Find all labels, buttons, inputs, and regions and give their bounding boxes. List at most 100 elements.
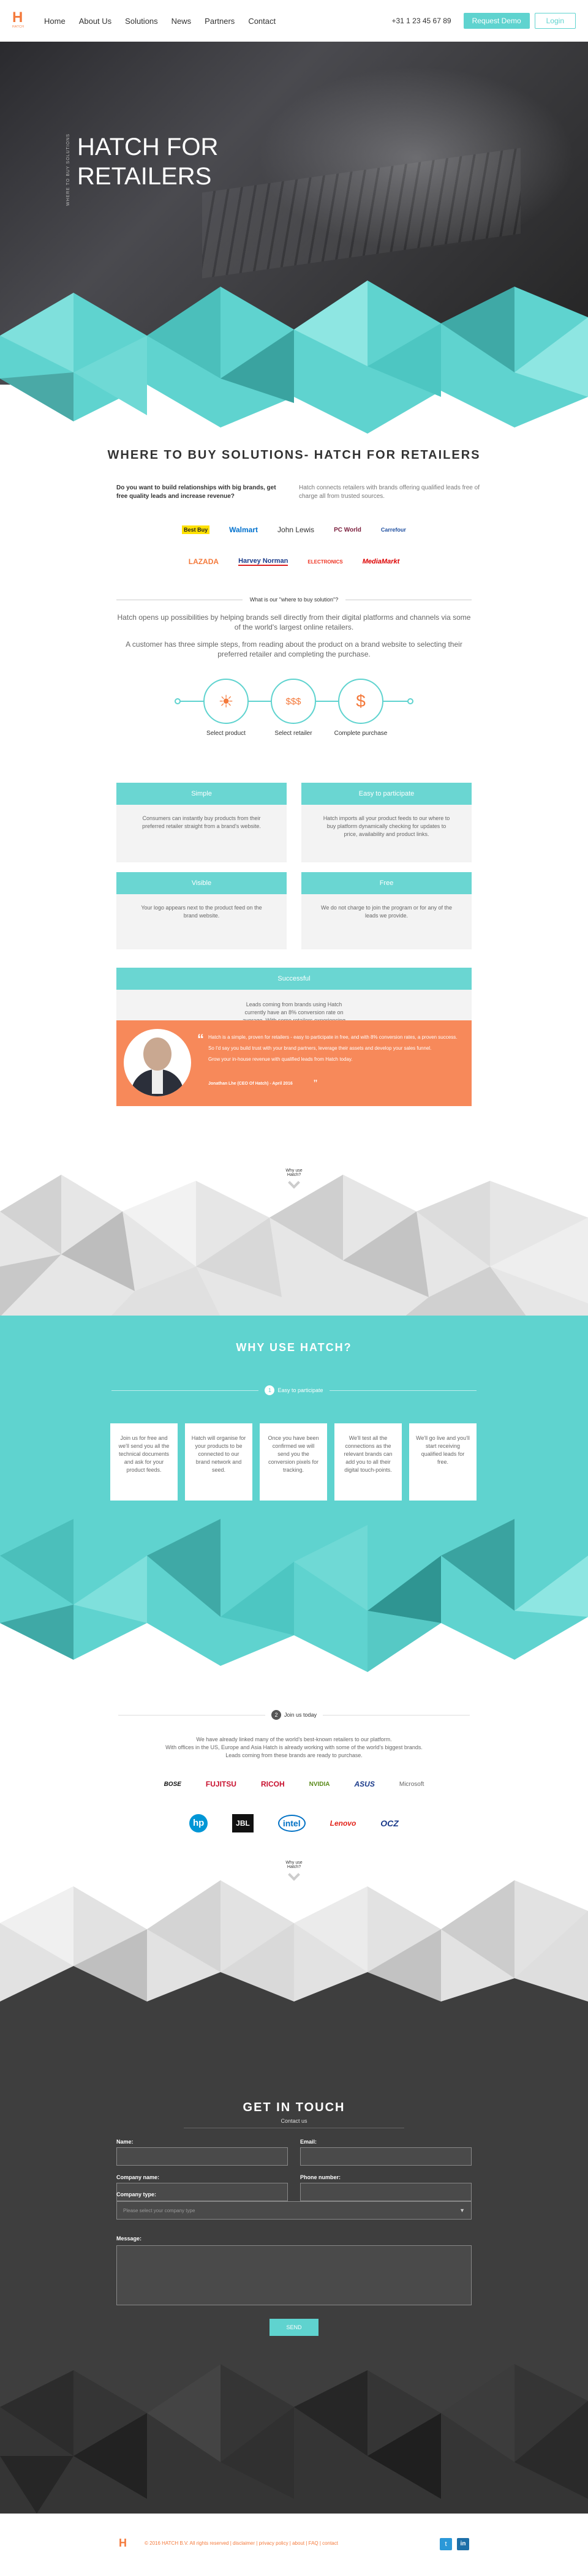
- feature-card-title: Free: [301, 872, 472, 894]
- request-demo-button[interactable]: Request Demo: [463, 13, 530, 29]
- footer-copyright: © 2016 HATCH B.V. All rights reserved | …: [145, 2540, 338, 2546]
- hero-title: HATCH FOR RETAILERS: [77, 134, 219, 190]
- step-select-retailer: $$$ Select retailer: [260, 679, 327, 737]
- testimonial-line: Grow your in-house revenue with qualifie…: [208, 1056, 353, 1062]
- company-type-label: Company type:: [116, 2191, 157, 2198]
- phone-number[interactable]: +31 1 23 45 67 89: [391, 17, 451, 25]
- brand-logo: JBL: [232, 1814, 254, 1832]
- retailer-logo: Carrefour: [380, 527, 406, 533]
- email-label: Email:: [300, 2139, 317, 2145]
- nav-contact[interactable]: Contact: [248, 17, 276, 26]
- feature-card-text: Your logo appears next to the product fe…: [141, 905, 262, 919]
- message-textarea[interactable]: [116, 2245, 472, 2305]
- phone-number-input[interactable]: [300, 2183, 472, 2201]
- brand-logo: NVIDIA: [309, 1780, 330, 1788]
- linkedin-icon[interactable]: in: [457, 2538, 469, 2550]
- contact-subtitle: Contact us: [281, 2118, 307, 2124]
- nav-news[interactable]: News: [172, 17, 192, 26]
- message-label: Message:: [116, 2235, 142, 2242]
- chevron-down-icon: ▼: [459, 2207, 465, 2213]
- feature-card-visible: Visible Your logo appears next to the pr…: [116, 872, 287, 949]
- quote-close-icon: ”: [314, 1078, 317, 1090]
- brand-logo: RICOH: [260, 1780, 285, 1788]
- join-line: With offices in the US, Europe and Asia …: [165, 1744, 423, 1750]
- solution-divider-label: What is our "where to buy solution"?: [249, 597, 339, 603]
- lightbulb-icon: ☀: [203, 679, 249, 724]
- retailer-logo: MediaMarkt: [362, 558, 400, 565]
- testimonial-line: Hatch is a simple, proven for retailers …: [208, 1034, 458, 1040]
- logo[interactable]: H HATCH: [12, 10, 26, 31]
- nav-home[interactable]: Home: [44, 17, 66, 26]
- brand-logo: intel: [277, 1815, 306, 1832]
- send-button[interactable]: SEND: [270, 2319, 318, 2336]
- coin-icon: $: [338, 679, 383, 724]
- feature-card-simple: Simple Consumers can instantly buy produ…: [116, 783, 287, 862]
- feature-card-easy: Easy to participate Hatch imports all yo…: [301, 783, 472, 862]
- phone-number-label: Phone number:: [300, 2174, 341, 2180]
- footer-logo[interactable]: H: [119, 2537, 127, 2550]
- retailer-logo: ELECTRONICS: [307, 559, 343, 565]
- steps-end-dot: [407, 698, 413, 704]
- email-input[interactable]: [300, 2147, 472, 2166]
- grey-triangle-pattern: [0, 1175, 588, 1317]
- brand-logos-row-2: hp JBL intel Lenovo OCZ: [0, 1814, 588, 1832]
- step-label: Select product: [206, 730, 246, 737]
- twitter-icon[interactable]: t: [440, 2538, 452, 2550]
- nav-solutions[interactable]: Solutions: [125, 17, 157, 26]
- step-join-us-today: 2 Join us today: [0, 1710, 588, 1720]
- retailer-logo: John Lewis: [277, 525, 315, 534]
- brand-logo: BOSE: [164, 1780, 181, 1788]
- why-use-hatch-title: WHY USE HATCH?: [236, 1341, 352, 1354]
- site-header: H HATCH Home About Us Solutions News Par…: [0, 0, 588, 42]
- feature-card-title: Successful: [116, 968, 472, 990]
- why-card: Join us for free and we'll send you all …: [110, 1423, 178, 1501]
- why-card: We'll go live and you'll start receiving…: [409, 1423, 477, 1501]
- login-button[interactable]: Login: [534, 13, 576, 29]
- retailer-logo: Walmart: [229, 525, 258, 534]
- company-type-select[interactable]: Please select your company type ▼: [116, 2201, 472, 2220]
- where-to-buy-title: WHERE TO BUY SOLUTIONS- HATCH FOR RETAIL…: [107, 448, 481, 462]
- why-card: Hatch will organise for your products to…: [185, 1423, 252, 1501]
- teal-triangle-pattern-2: [0, 1519, 588, 1672]
- brand-logo: ASUS: [354, 1780, 375, 1788]
- join-line: Leads coming from these brands are ready…: [225, 1752, 363, 1758]
- quote-open-icon: “: [197, 1031, 204, 1047]
- hero-side-text: WHERE TO BUY SOLUTIONS: [66, 134, 70, 206]
- feature-card-text: We do not charge to join the program or …: [321, 905, 452, 919]
- intro-answer: Hatch connects retailers with brands off…: [299, 484, 480, 500]
- join-line: We have already linked many of the world…: [196, 1736, 392, 1742]
- step-easy-to-participate: 1 Easy to participate: [0, 1385, 588, 1395]
- step-label: Join us today: [284, 1712, 317, 1718]
- dollar-grid-icon: $$$: [271, 679, 316, 724]
- brand-logos-row-1: BOSE FUJITSU RICOH NVIDIA ASUS Microsoft: [0, 1780, 588, 1788]
- retailer-logo: PC World: [334, 526, 361, 533]
- solution-divider: What is our "where to buy solution"?: [116, 597, 472, 603]
- nav-about-us[interactable]: About Us: [79, 17, 111, 26]
- feature-card-title: Easy to participate: [301, 783, 472, 805]
- brand-logo: OCZ: [380, 1818, 399, 1828]
- company-name-label: Company name:: [116, 2174, 160, 2180]
- page: H HATCH Home About Us Solutions News Par…: [0, 0, 588, 2576]
- logo-subtext: HATCH: [12, 25, 24, 29]
- solution-paragraph-2: A customer has three simple steps, from …: [126, 640, 462, 658]
- step-label: Easy to participate: [277, 1387, 323, 1393]
- testimonial: “ Hatch is a simple, proven for retailer…: [116, 1020, 472, 1106]
- join-paragraph: We have already linked many of the world…: [116, 1736, 472, 1760]
- step-label: Complete purchase: [334, 730, 388, 737]
- brand-logo: Lenovo: [330, 1819, 356, 1828]
- nav-partners[interactable]: Partners: [205, 17, 235, 26]
- retailer-logo: LAZADA: [188, 557, 219, 566]
- retailer-logo: Best Buy: [182, 525, 210, 534]
- steps-start-dot: [175, 698, 181, 704]
- intro-question: Do you want to build relationships with …: [116, 484, 276, 500]
- solution-paragraph-1: Hatch opens up possibilities by helping …: [117, 613, 471, 631]
- brand-logo: hp: [189, 1814, 208, 1832]
- dark-triangle-pattern: [0, 2364, 588, 2514]
- feature-card-free: Free We do not charge to join the progra…: [301, 872, 472, 949]
- feature-card-title: Simple: [116, 783, 287, 805]
- grey-triangle-pattern-2: [0, 1880, 588, 2021]
- scroll-label: Why use Hatch?: [285, 1861, 303, 1869]
- teal-triangle-pattern: [0, 281, 588, 434]
- why-card: We'll test all the connections as the re…: [334, 1423, 402, 1501]
- name-input[interactable]: [116, 2147, 288, 2166]
